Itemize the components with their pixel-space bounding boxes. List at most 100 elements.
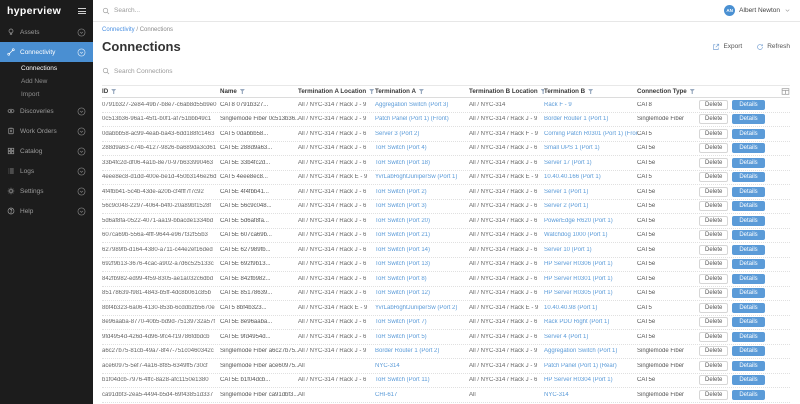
column-header-termination-a-location[interactable]: Termination A Location [298, 88, 375, 95]
delete-button[interactable]: Delete [699, 230, 729, 241]
delete-button[interactable]: Delete [699, 186, 729, 197]
filter-icon[interactable] [588, 89, 594, 94]
termination-a-link[interactable]: ToR Switch (Port 5) [375, 334, 469, 340]
details-button[interactable]: Details [732, 389, 765, 400]
termination-b-link[interactable]: Border Router 1 (Port 1) [544, 116, 637, 122]
termination-b-link[interactable]: Watchdog 1000 (Port 1) [544, 232, 637, 238]
delete-button[interactable]: Delete [699, 360, 729, 371]
details-button[interactable]: Details [732, 273, 765, 284]
column-header-termination-b-location[interactable]: Termination B Location [469, 88, 544, 95]
delete-button[interactable]: Delete [699, 288, 729, 299]
termination-b-link[interactable]: Corning Patch R0301 (Port 1) (Front) [544, 131, 637, 137]
sidebar-item-logs[interactable]: Logs [0, 161, 93, 181]
sidebar-subitem-import[interactable]: Import [0, 88, 93, 101]
sidebar-subitem-connections[interactable]: Connections [0, 62, 93, 75]
termination-b-link[interactable]: HP Server R0301 (Port 1) [544, 276, 637, 282]
delete-button[interactable]: Delete [699, 172, 729, 183]
user-menu[interactable]: AN Albert Newton [724, 5, 791, 16]
termination-a-link[interactable]: ToR Switch (Port 7) [375, 319, 469, 325]
filter-icon[interactable] [369, 89, 375, 94]
termination-a-link[interactable]: ToR Switch (Port 21) [375, 232, 469, 238]
delete-button[interactable]: Delete [699, 375, 729, 386]
chevron-circle-icon[interactable] [77, 147, 86, 156]
termination-a-link[interactable]: ToR Switch (Port 3) [375, 203, 469, 209]
details-button[interactable]: Details [732, 244, 765, 255]
breadcrumb-connectivity-link[interactable]: Connectivity [102, 27, 135, 33]
termination-b-link[interactable]: HP Server R0305 (Port 1) [544, 290, 637, 296]
delete-button[interactable]: Delete [699, 114, 729, 125]
column-header-termination-b[interactable]: Termination B [544, 88, 637, 95]
filter-icon[interactable] [111, 89, 117, 94]
column-header-name[interactable]: Name [220, 88, 298, 95]
details-button[interactable]: Details [732, 331, 765, 342]
delete-button[interactable]: Delete [699, 259, 729, 270]
column-header-id[interactable]: ID [102, 88, 220, 95]
termination-a-link[interactable]: ToR Switch (Port 2) [375, 189, 469, 195]
delete-button[interactable]: Delete [699, 273, 729, 284]
termination-a-link[interactable]: ToR Switch (Port 8) [375, 276, 469, 282]
sidebar-item-help[interactable]: Help [0, 201, 93, 221]
global-search-input[interactable] [114, 7, 234, 14]
termination-b-link[interactable]: Server 1 (Port 1) [544, 189, 637, 195]
termination-b-link[interactable]: Patch Panel (Port 1) (Rear) [544, 363, 637, 369]
delete-button[interactable]: Delete [699, 99, 729, 110]
delete-button[interactable]: Delete [699, 143, 729, 154]
refresh-button[interactable]: Refresh [756, 43, 790, 51]
termination-a-link[interactable]: Patch Panel (Port 1) (Front) [375, 116, 469, 122]
termination-b-link[interactable]: HP Server R0306 (Port 1) [544, 261, 637, 267]
delete-button[interactable]: Delete [699, 128, 729, 139]
termination-b-link[interactable]: Rack PDU Right (Port 1) [544, 319, 637, 325]
sidebar-subitem-add-new[interactable]: Add New [0, 75, 93, 88]
details-button[interactable]: Details [732, 114, 765, 125]
details-button[interactable]: Details [732, 317, 765, 328]
termination-a-link[interactable]: YvrLabRightJuniperSw (Port 1) [375, 174, 469, 180]
filter-icon[interactable] [540, 89, 544, 94]
termination-b-link[interactable]: Server 17 (Port 1) [544, 160, 637, 166]
details-button[interactable]: Details [732, 230, 765, 241]
column-header-connection-type[interactable]: Connection Type [637, 88, 699, 95]
delete-button[interactable]: Delete [699, 157, 729, 168]
filter-icon[interactable] [418, 89, 424, 94]
termination-a-link[interactable]: NYC-314 [375, 363, 469, 369]
delete-button[interactable]: Delete [699, 215, 729, 226]
details-button[interactable]: Details [732, 288, 765, 299]
export-button[interactable]: Export [712, 43, 742, 51]
termination-a-link[interactable]: YvrLabRightJuniperSw (Port 2) [375, 305, 469, 311]
termination-b-link[interactable]: HP Server R0304 (Port 1) [544, 377, 637, 383]
delete-button[interactable]: Delete [699, 346, 729, 357]
termination-b-link[interactable]: 10.40.40.166 (Port 1) [544, 174, 637, 180]
details-button[interactable]: Details [732, 128, 765, 139]
sidebar-item-catalog[interactable]: Catalog [0, 141, 93, 161]
termination-a-link[interactable]: Border Router 1 (Port 2) [375, 348, 469, 354]
termination-a-link[interactable]: ToR Switch (Port 20) [375, 218, 469, 224]
termination-b-link[interactable]: Rack F - 9 [544, 102, 637, 108]
termination-a-link[interactable]: Server 3 (Port 2) [375, 131, 469, 137]
termination-a-link[interactable]: ToR Switch (Port 13) [375, 261, 469, 267]
chevron-circle-icon[interactable] [77, 207, 86, 216]
termination-a-link[interactable]: Aggregation Switch (Port 3) [375, 102, 469, 108]
termination-b-link[interactable]: Aggregation Switch (Port 1) [544, 348, 637, 354]
termination-a-link[interactable]: ToR Switch (Port 14) [375, 247, 469, 253]
chevron-circle-icon[interactable] [77, 48, 86, 57]
details-button[interactable]: Details [732, 259, 765, 270]
details-button[interactable]: Details [732, 201, 765, 212]
delete-button[interactable]: Delete [699, 389, 729, 400]
hamburger-menu-icon[interactable] [78, 8, 86, 14]
termination-b-link[interactable]: Server 2 (Port 1) [544, 203, 637, 209]
sidebar-item-settings[interactable]: Settings [0, 181, 93, 201]
details-button[interactable]: Details [732, 186, 765, 197]
details-button[interactable]: Details [732, 375, 765, 386]
termination-a-link[interactable]: ToR Switch (Port 4) [375, 145, 469, 151]
table-search-input[interactable] [114, 67, 264, 75]
delete-button[interactable]: Delete [699, 317, 729, 328]
termination-a-link[interactable]: ToR Switch (Port 11) [375, 377, 469, 383]
details-button[interactable]: Details [732, 157, 765, 168]
termination-b-link[interactable]: NYC-314 [544, 392, 637, 398]
details-button[interactable]: Details [732, 215, 765, 226]
sidebar-item-discoveries[interactable]: Discoveries [0, 101, 93, 121]
details-button[interactable]: Details [732, 143, 765, 154]
sidebar-item-work-orders[interactable]: Work Orders [0, 121, 93, 141]
details-button[interactable]: Details [732, 346, 765, 357]
termination-b-link[interactable]: PowerEdge R620 (Port 1) [544, 218, 637, 224]
termination-b-link[interactable]: Server 4 (Port 1) [544, 334, 637, 340]
